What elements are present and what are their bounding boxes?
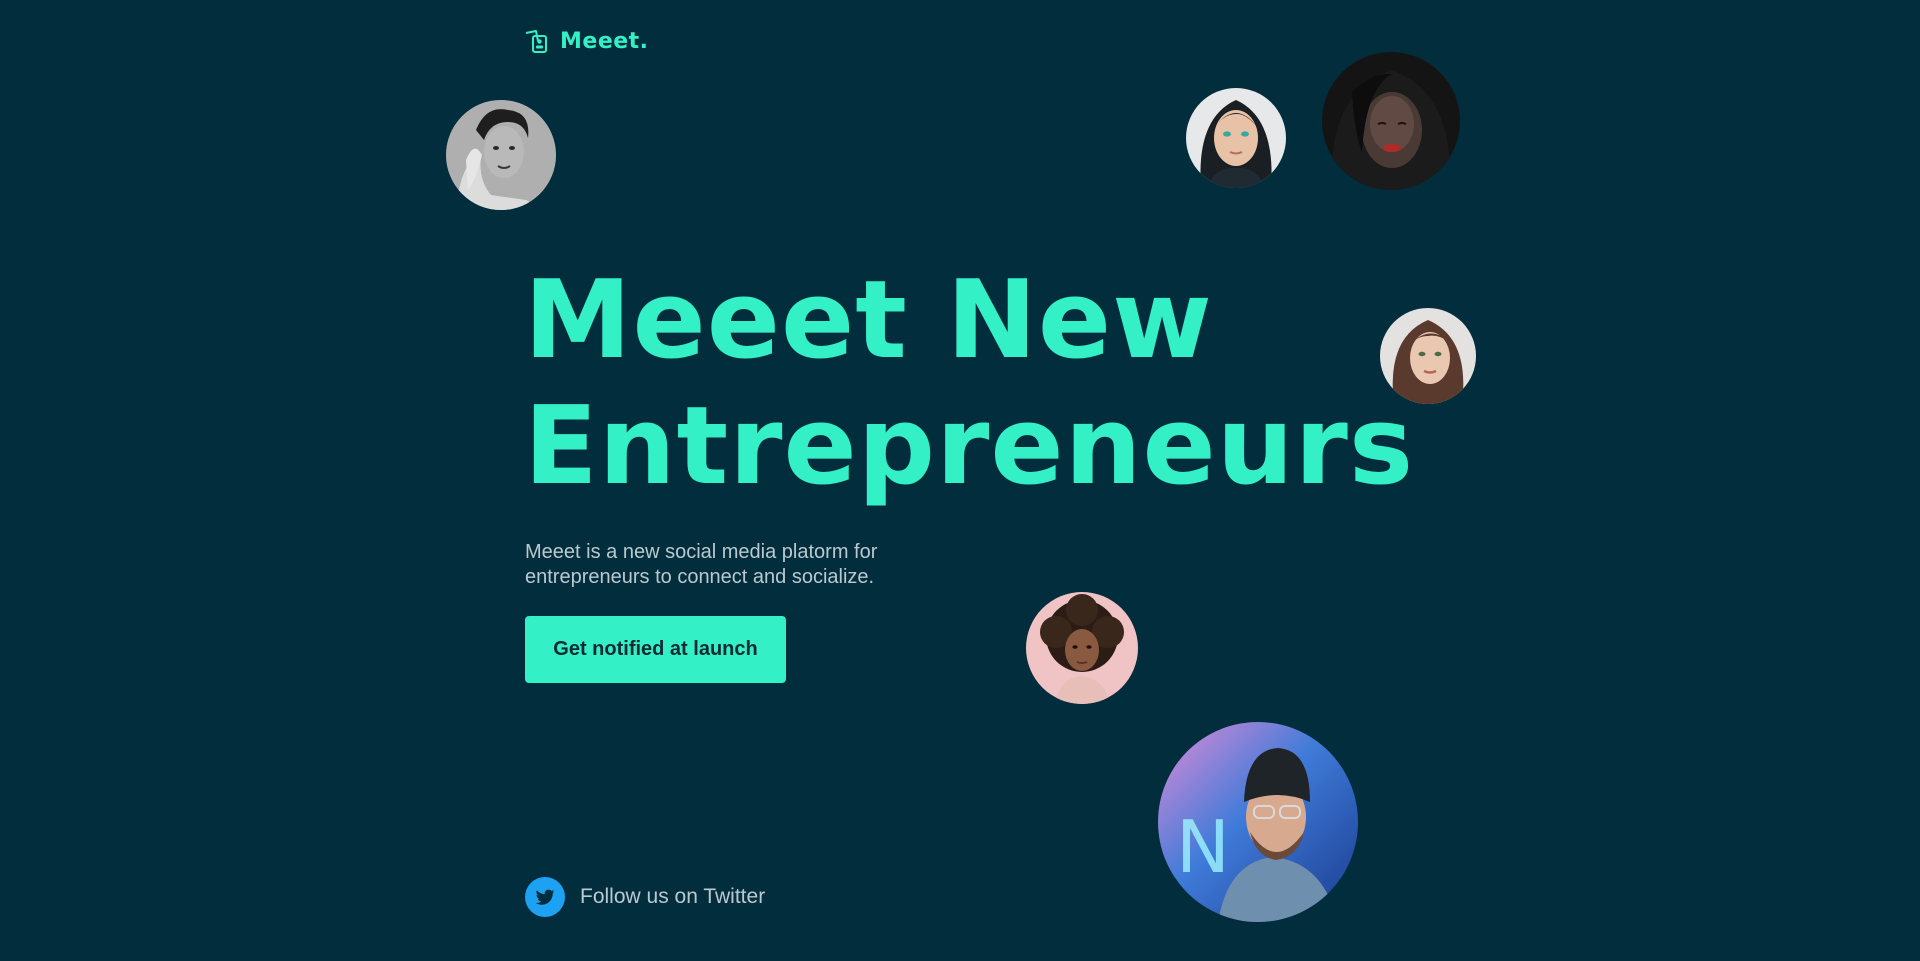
avatar-man-beanie-neon: N: [1158, 722, 1358, 922]
twitter-icon: [525, 877, 565, 917]
landing-page: Meeet. Meeet New Entrepreneurs Meeet is …: [0, 0, 1920, 961]
meeet-logo-icon: [524, 28, 550, 54]
hero-description-line1: Meeet is a new social media platorm for: [525, 541, 878, 563]
hero-description: Meeet is a new social media platorm for …: [525, 540, 985, 590]
brand-logo-link[interactable]: Meeet.: [524, 28, 649, 54]
avatar-woman-dark-portrait: [1322, 52, 1460, 190]
twitter-follow-link[interactable]: Follow us on Twitter: [525, 877, 765, 917]
avatar-woman-teal-eyes: [1186, 88, 1286, 188]
hero-headline: Meeet New Entrepreneurs: [524, 258, 1414, 510]
hero-description-line2: entrepreneurs to connect and socialize.: [525, 566, 875, 588]
hero-headline-line2: Entrepreneurs: [524, 384, 1415, 509]
twitter-follow-label: Follow us on Twitter: [580, 885, 766, 908]
hero-headline-line1: Meeet New: [524, 258, 1213, 383]
brand-name: Meeet.: [560, 28, 649, 54]
avatar-woman-curly-hair: [1026, 592, 1138, 704]
svg-text:N: N: [1176, 805, 1230, 889]
avatar-bw-man: [446, 100, 556, 210]
get-notified-button[interactable]: Get notified at launch: [525, 616, 786, 683]
avatar-woman-auburn-hair: [1380, 308, 1476, 404]
